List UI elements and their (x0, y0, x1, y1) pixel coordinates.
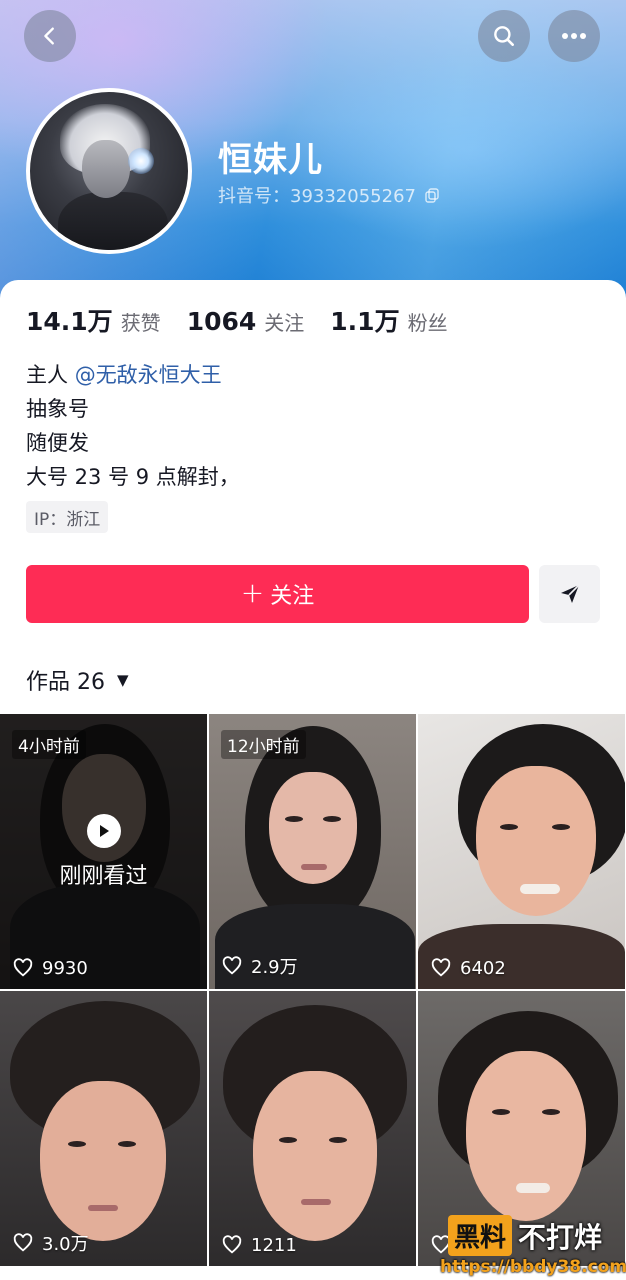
time-badge: 12小时前 (221, 730, 306, 759)
ip-location-tag: IP：浙江 (26, 501, 109, 533)
stat-following[interactable]: 1064 关注 (187, 307, 305, 336)
stat-value: 1064 (186, 307, 257, 336)
douyin-id-text: 抖音号：39332055267 (218, 186, 416, 207)
back-button[interactable] (24, 10, 76, 62)
stat-value: 1.1万 (330, 307, 400, 336)
stat-label: 粉丝 (407, 311, 448, 335)
stat-value: 14.1万 (26, 307, 113, 336)
bio-line: 随便发 (26, 431, 89, 455)
heart-icon (222, 956, 242, 975)
time-badge: 4小时前 (12, 730, 86, 759)
nickname: 恒妹儿 (218, 140, 323, 180)
message-button[interactable] (539, 565, 600, 623)
bio-prefix: 主人 (26, 363, 75, 387)
like-count-text: 2.9万 (251, 957, 298, 978)
chevron-left-icon (44, 27, 54, 45)
stat-likes[interactable]: 14.1万 获赞 (26, 302, 161, 338)
stat-label: 获赞 (120, 311, 161, 335)
copy-icon[interactable] (424, 187, 440, 203)
tab-works[interactable]: 作品 26 ▼ (26, 664, 129, 696)
like-count: 6402 (430, 957, 506, 979)
stat-label: 关注 (264, 311, 305, 335)
heart-icon (13, 1233, 33, 1252)
video-tile[interactable]: 3.0万 (0, 991, 207, 1266)
bio-line: 大号 23 号 9 点解封， (26, 465, 240, 489)
like-count-text: 6402 (460, 957, 506, 979)
like-count-text: 3.0万 (42, 1234, 89, 1255)
watermark-url: https://bbdy38.com (440, 1257, 626, 1277)
heart-icon (222, 1235, 242, 1254)
douyin-id[interactable]: 抖音号：39332055267 (218, 182, 440, 208)
watermark: 黑料 不打烊 https://bbdy38.com (440, 1213, 626, 1280)
send-icon (560, 584, 580, 603)
follow-button[interactable]: + 关注 (26, 565, 529, 623)
more-dots-icon (562, 33, 586, 39)
works-tab-label: 作品 26 (26, 670, 105, 695)
video-tile[interactable]: 4小时前 刚刚看过 9930 (0, 714, 207, 989)
like-count-text: 1211 (251, 1234, 297, 1256)
caret-down-icon: ▼ (117, 671, 129, 689)
search-icon (494, 26, 514, 46)
like-count: 1211 (221, 1234, 297, 1256)
stat-followers[interactable]: 1.1万 粉丝 (330, 302, 447, 338)
bio-line: 主人 @无敌永恒大王 (26, 358, 240, 392)
like-count-text: 9930 (42, 957, 88, 979)
plus-icon: + (240, 576, 265, 609)
profile-page: 恒妹儿 抖音号：39332055267 14.1万 获赞 1064 关注 1.1… (0, 0, 626, 1280)
search-button[interactable] (478, 10, 530, 62)
video-tile[interactable]: 1211 (209, 991, 416, 1266)
watermark-text: 不打烊 (518, 1220, 603, 1254)
heart-icon (431, 958, 451, 977)
follow-label: 关注 (270, 584, 315, 609)
mention-link[interactable]: @无敌永恒大王 (75, 363, 222, 387)
avatar[interactable] (26, 88, 192, 254)
like-count: 2.9万 (221, 953, 298, 979)
heart-icon (13, 958, 33, 977)
video-tile[interactable]: 6402 (418, 714, 625, 989)
like-count: 3.0万 (12, 1230, 89, 1256)
play-icon (86, 814, 121, 848)
video-tile[interactable]: 12小时前 2.9万 (209, 714, 416, 989)
bio: 主人 @无敌永恒大王 抽象号 随便发 大号 23 号 9 点解封， (26, 358, 240, 494)
recently-watched-overlay: 刚刚看过 (0, 814, 207, 890)
recently-watched-label: 刚刚看过 (59, 864, 148, 889)
watermark-badge: 黑料 (448, 1215, 513, 1256)
bio-line: 抽象号 (26, 397, 89, 421)
like-count: 9930 (12, 957, 88, 979)
profile-stats: 14.1万 获赞 1064 关注 1.1万 粉丝 (26, 302, 474, 338)
more-button[interactable] (548, 10, 600, 62)
